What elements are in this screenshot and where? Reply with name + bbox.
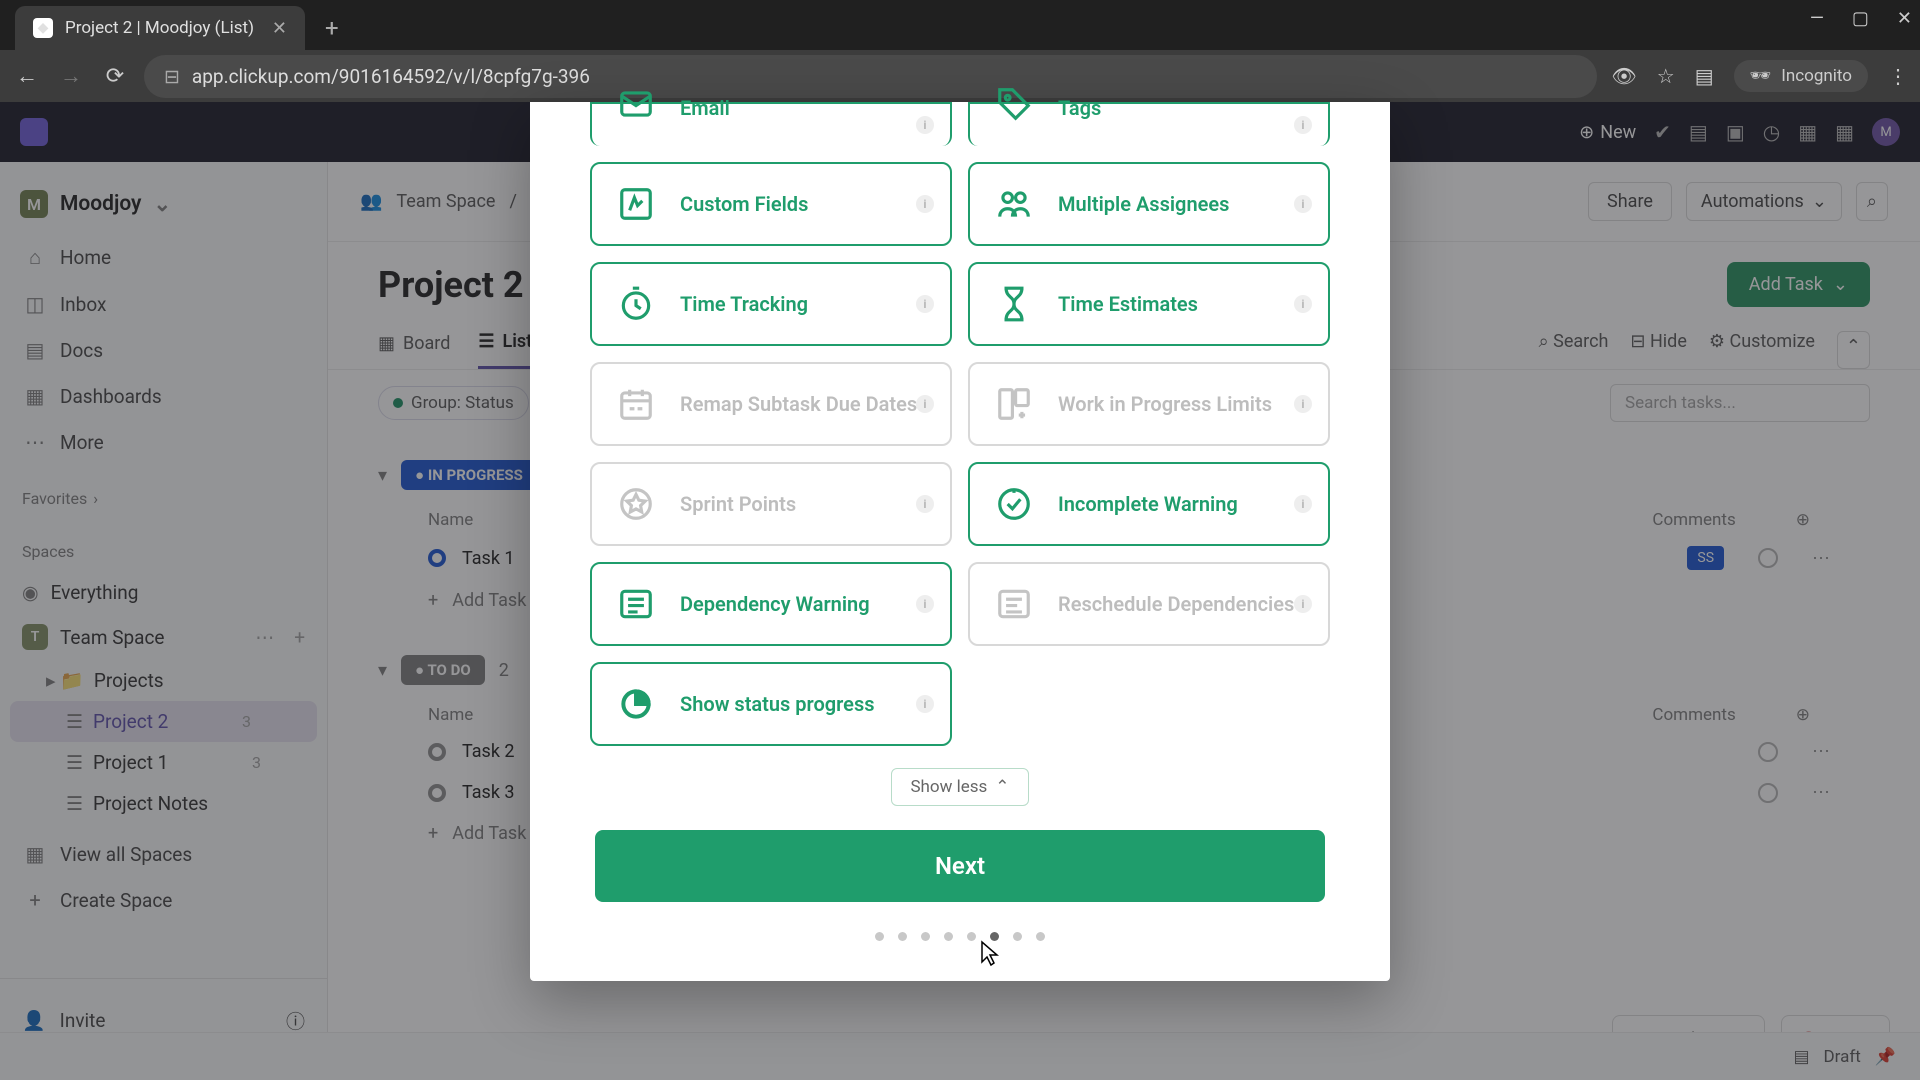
pager-dot[interactable] [921,932,930,941]
feature-label: Custom Fields [680,192,808,216]
feature-card-custom-fields[interactable]: Custom Fields i [590,162,952,246]
feature-label: Tags [1058,96,1101,120]
tab-favicon-icon: ◆ [33,18,53,38]
address-bar: ← → ⟳ ⊟ app.clickup.com/9016164592/v/l/8… [0,50,1920,102]
remap-subtask-due-dates-icon [614,382,658,426]
feature-card-reschedule-dependencies[interactable]: Reschedule Dependencies i [968,562,1330,646]
feature-card-sprint-points[interactable]: Sprint Points i [590,462,952,546]
show-status-progress-icon [614,682,658,726]
back-icon[interactable]: ← [12,63,42,89]
pager-dot[interactable] [967,932,976,941]
time-tracking-icon [614,282,658,326]
pager-dot[interactable] [875,932,884,941]
dependency-warning-icon [614,582,658,626]
info-icon[interactable]: i [916,295,934,313]
info-icon[interactable]: i [1294,595,1312,613]
feature-label: Time Tracking [680,292,808,316]
pager-dot[interactable] [1013,932,1022,941]
feature-label: Time Estimates [1058,292,1198,316]
feature-label: Multiple Assignees [1058,192,1229,216]
feature-card-time-estimates[interactable]: Time Estimates i [968,262,1330,346]
tab-bar: ◆ Project 2 | Moodjoy (List) ✕ + — ▢ ✕ [0,0,1920,50]
feature-label: Dependency Warning [680,592,870,616]
pager-dots [530,902,1390,941]
feature-label: Work in Progress Limits [1058,392,1272,416]
info-icon[interactable]: i [916,695,934,713]
show-less-label: Show less [910,777,987,797]
info-icon[interactable]: i [916,395,934,413]
feature-grid: Email i Tags i Custom Fields i Multiple … [590,102,1330,746]
clickapps-modal: Email i Tags i Custom Fields i Multiple … [530,102,1390,981]
info-icon[interactable]: i [1294,195,1312,213]
feature-card-dependency-warning[interactable]: Dependency Warning i [590,562,952,646]
bookmark-icon[interactable]: ☆ [1657,64,1675,88]
feature-label: Sprint Points [680,492,796,516]
browser-chrome: ◆ Project 2 | Moodjoy (List) ✕ + — ▢ ✕ ←… [0,0,1920,102]
reload-icon[interactable]: ⟳ [100,64,130,89]
work-in-progress-limits-icon [992,382,1036,426]
feature-label: Show status progress [680,692,875,716]
pager-dot[interactable] [944,932,953,941]
info-icon[interactable]: i [1294,395,1312,413]
next-button[interactable]: Next [595,830,1325,902]
pager-dot[interactable] [898,932,907,941]
tab-title: Project 2 | Moodjoy (List) [65,18,254,38]
feature-label: Remap Subtask Due Dates [680,392,917,416]
feature-card-multiple-assignees[interactable]: Multiple Assignees i [968,162,1330,246]
feature-label: Email [680,96,730,120]
browser-tab[interactable]: ◆ Project 2 | Moodjoy (List) ✕ [15,6,305,50]
feature-card-time-tracking[interactable]: Time Tracking i [590,262,952,346]
site-settings-icon[interactable]: ⊟ [164,65,180,88]
new-tab-button[interactable]: + [313,6,351,50]
chevron-up-icon: ⌃ [995,777,1009,797]
minimize-icon[interactable]: — [1810,8,1824,29]
show-less-button[interactable]: Show less ⌃ [891,768,1028,806]
tags-icon [992,82,1036,126]
incognito-badge[interactable]: 🕶 Incognito [1734,60,1868,92]
feature-card-remap-subtask-due-dates[interactable]: Remap Subtask Due Dates i [590,362,952,446]
browser-menu-icon[interactable]: ⋮ [1888,64,1908,88]
feature-label: Incomplete Warning [1058,492,1238,516]
side-panel-icon[interactable]: ▤ [1695,64,1714,88]
feature-card-incomplete-warning[interactable]: Incomplete Warning i [968,462,1330,546]
multiple-assignees-icon [992,182,1036,226]
info-icon[interactable]: i [916,116,934,134]
email-icon [614,82,658,126]
feature-card-work-in-progress-limits[interactable]: Work in Progress Limits i [968,362,1330,446]
incognito-icon: 🕶 [1750,66,1772,86]
info-icon[interactable]: i [1294,495,1312,513]
info-icon[interactable]: i [916,495,934,513]
feature-label: Reschedule Dependencies [1058,592,1294,616]
custom-fields-icon [614,182,658,226]
feature-card-tags[interactable]: Tags i [968,102,1330,146]
incomplete-warning-icon [992,482,1036,526]
info-icon[interactable]: i [1294,116,1312,134]
time-estimates-icon [992,282,1036,326]
info-icon[interactable]: i [1294,295,1312,313]
maximize-icon[interactable]: ▢ [1852,8,1869,29]
info-icon[interactable]: i [916,195,934,213]
pager-dot[interactable] [1036,932,1045,941]
feature-card-email[interactable]: Email i [590,102,952,146]
eye-off-icon[interactable]: 👁 [1611,64,1636,88]
sprint-points-icon [614,482,658,526]
forward-icon[interactable]: → [56,63,86,89]
url-text: app.clickup.com/9016164592/v/l/8cpfg7g-3… [192,65,590,88]
pager-dot[interactable] [990,932,999,941]
url-input[interactable]: ⊟ app.clickup.com/9016164592/v/l/8cpfg7g… [144,55,1597,98]
info-icon[interactable]: i [916,595,934,613]
incognito-label: Incognito [1781,66,1852,86]
close-window-icon[interactable]: ✕ [1897,8,1912,29]
feature-card-show-status-progress[interactable]: Show status progress i [590,662,952,746]
close-icon[interactable]: ✕ [272,18,287,39]
reschedule-dependencies-icon [992,582,1036,626]
window-controls: — ▢ ✕ [1810,8,1912,29]
